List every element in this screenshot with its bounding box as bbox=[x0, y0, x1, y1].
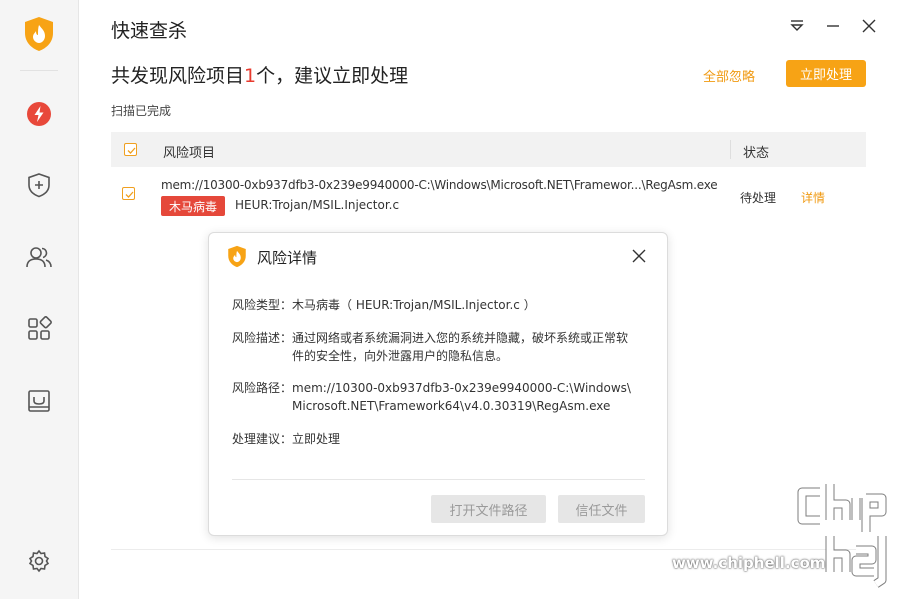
shield-plus-icon bbox=[26, 172, 52, 202]
users-icon bbox=[25, 244, 53, 274]
details-link[interactable]: 详情 bbox=[801, 189, 825, 206]
risk-type-label: 风险类型： bbox=[232, 298, 293, 312]
sidebar-divider bbox=[20, 70, 58, 71]
dialog-title: 风险详情 bbox=[257, 249, 318, 267]
close-icon bbox=[632, 248, 646, 267]
risk-description-value: 通过网络或者系统漏洞进入您的系统并隐藏，破坏系统或正常软件的安全性，向外泄露用户… bbox=[292, 331, 629, 363]
risk-count: 1 bbox=[244, 65, 257, 87]
gear-icon bbox=[27, 549, 51, 577]
minimize-icon bbox=[826, 18, 840, 37]
table-header: 风险项目 状态 bbox=[111, 132, 866, 167]
handle-now-button[interactable]: 立即处理 bbox=[786, 60, 866, 87]
column-header-status: 状态 bbox=[743, 146, 770, 161]
result-headline: 共发现风险项目1个，建议立即处理 bbox=[111, 61, 408, 88]
risk-path-label: 风险路径： bbox=[232, 381, 293, 395]
nav-item-virus-scan[interactable] bbox=[24, 101, 54, 131]
row-status: 待处理 bbox=[740, 191, 777, 205]
risk-details-dialog: 风险详情 风险类型： 木马病毒（ HEUR:Trojan/MSIL.Inject… bbox=[208, 232, 668, 536]
scan-status: 扫描已完成 bbox=[111, 104, 172, 118]
menu-button[interactable] bbox=[784, 14, 810, 40]
dropdown-menu-icon bbox=[789, 18, 805, 37]
nav-item-users[interactable] bbox=[24, 244, 54, 274]
app-logo-icon bbox=[23, 16, 55, 52]
nav-item-toolbox[interactable] bbox=[24, 388, 54, 418]
watermark-text: www.chiphell.com bbox=[672, 554, 826, 572]
bolt-icon bbox=[26, 101, 52, 131]
risk-type-value: 木马病毒（ HEUR:Trojan/MSIL.Injector.c ） bbox=[292, 298, 536, 312]
inbox-icon bbox=[26, 388, 52, 418]
dialog-logo-icon bbox=[227, 245, 247, 272]
column-header-risk-item: 风险项目 bbox=[163, 146, 216, 161]
select-all-checkbox[interactable] bbox=[124, 143, 137, 156]
risk-path-value-line2: Microsoft.NET\Framework64\v4.0.30319\Reg… bbox=[292, 399, 611, 413]
trust-file-button[interactable]: 信任文件 bbox=[558, 495, 645, 523]
dialog-divider bbox=[232, 479, 645, 480]
risk-path: mem://10300-0xb937dfb3-0x239e9940000-C:\… bbox=[161, 178, 718, 192]
minimize-button[interactable] bbox=[820, 14, 846, 40]
sidebar bbox=[0, 0, 79, 599]
ignore-all-button[interactable]: 全部忽略 bbox=[703, 66, 755, 85]
advice-value: 立即处理 bbox=[292, 432, 341, 446]
nav-item-settings[interactable] bbox=[24, 548, 54, 578]
nav-item-apps[interactable] bbox=[24, 316, 54, 346]
virus-name: HEUR:Trojan/MSIL.Injector.c bbox=[235, 198, 400, 212]
advice-label: 处理建议： bbox=[232, 432, 293, 446]
window-title: 快速查杀 bbox=[111, 20, 188, 42]
open-file-path-button[interactable]: 打开文件路径 bbox=[431, 495, 546, 523]
close-button[interactable] bbox=[856, 14, 882, 40]
headline-prefix: 共发现风险项目 bbox=[111, 65, 245, 87]
watermark-logo bbox=[670, 480, 898, 599]
close-icon bbox=[862, 18, 876, 37]
headline-suffix: 个，建议立即处理 bbox=[256, 65, 409, 87]
row-checkbox[interactable] bbox=[122, 187, 135, 200]
risk-category-badge: 木马病毒 bbox=[161, 196, 225, 216]
column-divider bbox=[730, 140, 731, 159]
nav-item-protection[interactable] bbox=[24, 172, 54, 202]
risk-path-value-line1: mem://10300-0xb937dfb3-0x239e9940000-C:\… bbox=[292, 381, 631, 395]
risk-description-label: 风险描述： bbox=[232, 331, 293, 345]
apps-icon bbox=[26, 316, 52, 346]
dialog-close-button[interactable] bbox=[629, 247, 649, 267]
